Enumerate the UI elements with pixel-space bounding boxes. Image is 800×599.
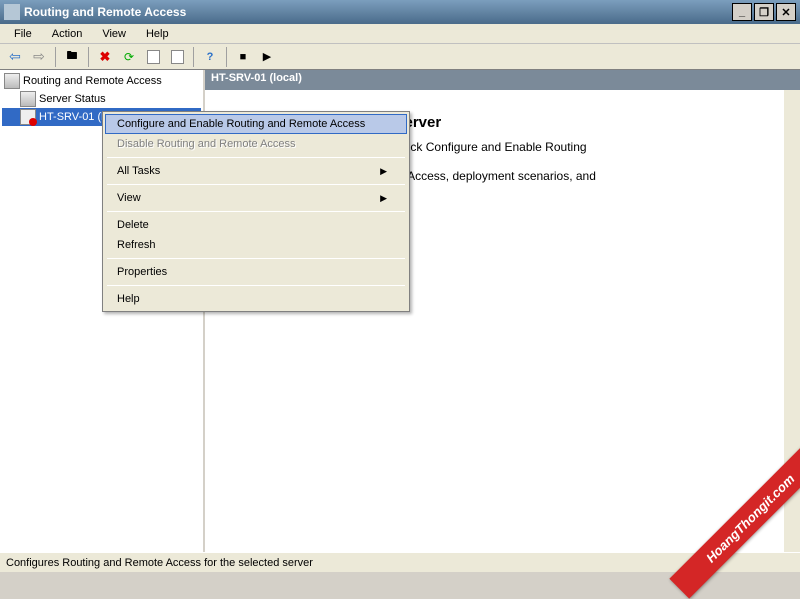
server-status-icon bbox=[20, 91, 36, 107]
menu-file[interactable]: File bbox=[4, 26, 42, 42]
toolbar: ⇦ ⇨ 🖿 ✖ ⟳ ? ■ ▶ bbox=[0, 44, 800, 70]
up-button[interactable]: 🖿 bbox=[61, 46, 83, 68]
menu-separator bbox=[107, 157, 405, 158]
stop-button[interactable]: ■ bbox=[232, 46, 254, 68]
export-icon bbox=[171, 50, 184, 64]
toolbar-separator bbox=[55, 47, 56, 67]
toolbar-separator bbox=[193, 47, 194, 67]
stop-icon: ■ bbox=[240, 51, 247, 63]
menu-delete[interactable]: Delete bbox=[105, 215, 407, 235]
status-text: Configures Routing and Remote Access for… bbox=[6, 557, 313, 569]
context-menu: Configure and Enable Routing and Remote … bbox=[102, 111, 410, 312]
tree-server-status[interactable]: Server Status bbox=[2, 90, 201, 108]
title-bar: Routing and Remote Access _ ❐ ✕ bbox=[0, 0, 800, 24]
tree-root-label: Routing and Remote Access bbox=[23, 75, 162, 87]
menu-help[interactable]: Help bbox=[136, 26, 179, 42]
menu-all-tasks[interactable]: All Tasks ▶ bbox=[105, 161, 407, 181]
submenu-arrow-icon: ▶ bbox=[380, 166, 387, 177]
server-down-icon bbox=[20, 109, 36, 125]
menu-action[interactable]: Action bbox=[42, 26, 93, 42]
menu-help[interactable]: Help bbox=[105, 289, 407, 309]
delete-x-icon: ✖ bbox=[100, 49, 111, 65]
toolbar-separator bbox=[226, 47, 227, 67]
menu-view[interactable]: View ▶ bbox=[105, 188, 407, 208]
menu-separator bbox=[107, 285, 405, 286]
menu-refresh[interactable]: Refresh bbox=[105, 235, 407, 255]
maximize-button[interactable]: ❐ bbox=[754, 3, 774, 21]
refresh-icon: ⟳ bbox=[124, 50, 134, 64]
help-button[interactable]: ? bbox=[199, 46, 221, 68]
menu-properties[interactable]: Properties bbox=[105, 262, 407, 282]
refresh-button[interactable]: ⟳ bbox=[118, 46, 140, 68]
app-icon bbox=[4, 4, 20, 20]
properties-button[interactable] bbox=[142, 46, 164, 68]
menu-bar: File Action View Help bbox=[0, 24, 800, 44]
toolbar-separator bbox=[88, 47, 89, 67]
properties-icon bbox=[147, 50, 160, 64]
forward-arrow-icon: ⇨ bbox=[33, 48, 45, 65]
submenu-arrow-icon: ▶ bbox=[380, 193, 387, 204]
menu-disable: Disable Routing and Remote Access bbox=[105, 134, 407, 154]
play-icon: ▶ bbox=[263, 50, 271, 63]
menu-configure-enable[interactable]: Configure and Enable Routing and Remote … bbox=[105, 114, 407, 134]
back-arrow-icon: ⇦ bbox=[9, 48, 21, 65]
tree-status-label: Server Status bbox=[39, 93, 106, 105]
menu-separator bbox=[107, 211, 405, 212]
minimize-button[interactable]: _ bbox=[732, 3, 752, 21]
back-button[interactable]: ⇦ bbox=[4, 46, 26, 68]
close-button[interactable]: ✕ bbox=[776, 3, 796, 21]
menu-separator bbox=[107, 258, 405, 259]
console-icon bbox=[4, 73, 20, 89]
delete-button[interactable]: ✖ bbox=[94, 46, 116, 68]
menu-view[interactable]: View bbox=[92, 26, 136, 42]
menu-separator bbox=[107, 184, 405, 185]
window-title: Routing and Remote Access bbox=[24, 5, 186, 19]
content-header: HT-SRV-01 (local) bbox=[205, 70, 800, 90]
folder-icon: 🖿 bbox=[67, 47, 78, 66]
help-icon: ? bbox=[207, 51, 214, 63]
start-button[interactable]: ▶ bbox=[256, 46, 278, 68]
export-button[interactable] bbox=[166, 46, 188, 68]
tree-root[interactable]: Routing and Remote Access bbox=[2, 72, 201, 90]
forward-button[interactable]: ⇨ bbox=[28, 46, 50, 68]
